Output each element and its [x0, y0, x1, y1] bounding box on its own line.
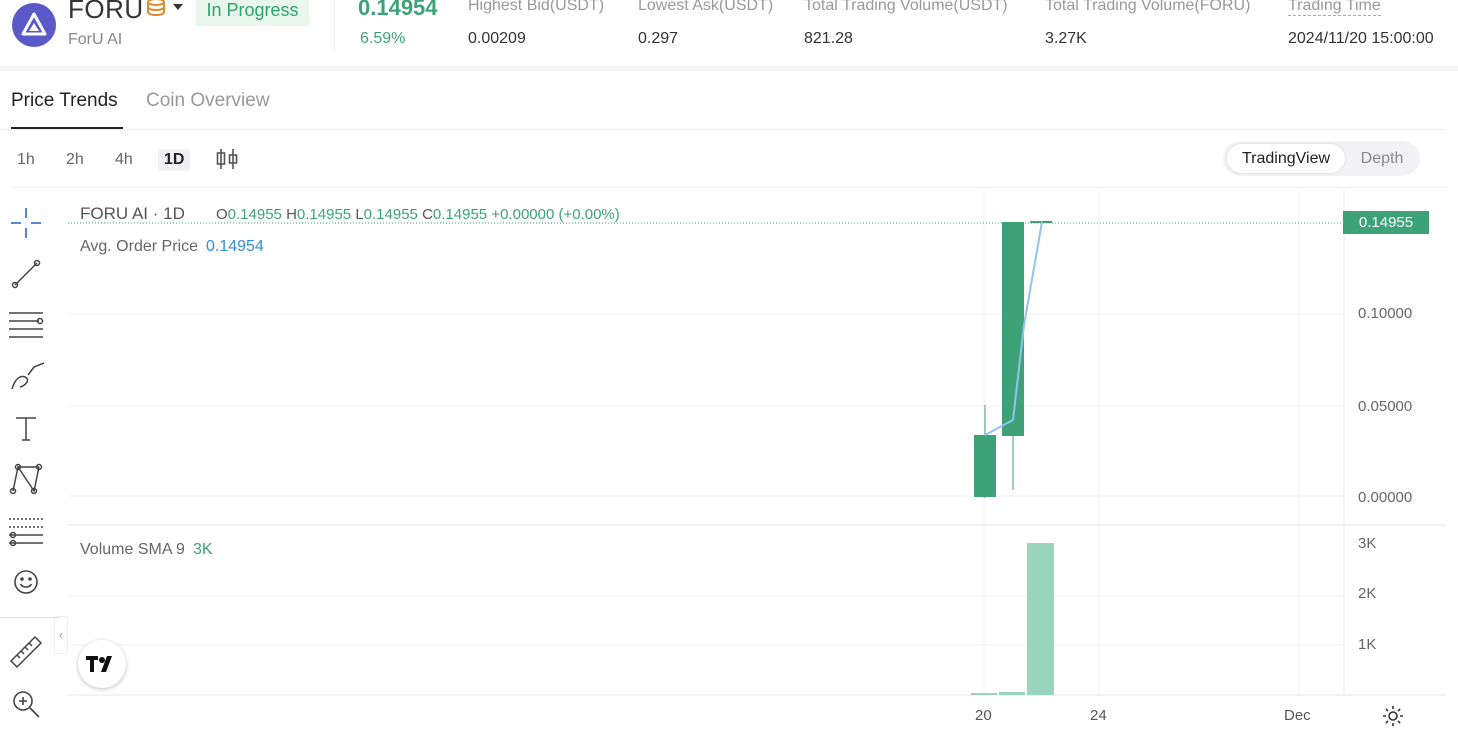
trend-line-icon[interactable] [8, 256, 44, 292]
chart-settings-icon[interactable] [1381, 704, 1405, 733]
tab-divider [0, 129, 1446, 130]
ruler-icon[interactable] [8, 634, 44, 670]
price-chart[interactable] [68, 190, 1446, 698]
price-axis-label: 0.10000 [1358, 305, 1413, 322]
tradingview-toggle[interactable]: TradingView [1227, 144, 1345, 173]
coin-ticker[interactable]: FORU [68, 0, 144, 25]
coin-logo [12, 3, 56, 47]
lowest-ask-label: Lowest Ask(USDT) [638, 0, 774, 14]
price-change: 6.59% [360, 30, 406, 47]
trading-time-label[interactable]: Trading Time [1288, 0, 1381, 16]
volume-bar [999, 692, 1025, 695]
tab-coin-overview[interactable]: Coin Overview [146, 90, 270, 112]
trading-time-value: 2024/11/20 15:00:00 [1288, 30, 1434, 47]
volume-axis-label: 1K [1358, 636, 1377, 653]
tradingview-logo[interactable] [78, 640, 126, 688]
coin-name: ForU AI [68, 31, 123, 48]
date-axis-label: 20 [975, 707, 992, 724]
chart-title: FORU AI · 1D [80, 204, 185, 223]
status-badge: In Progress [196, 0, 309, 26]
candlestick-type-icon[interactable] [215, 148, 239, 175]
candle [974, 405, 996, 498]
highest-bid-value: 0.00209 [468, 30, 526, 47]
volume-bar [1027, 543, 1054, 695]
zoom-in-icon[interactable] [8, 686, 44, 722]
interval-2h[interactable]: 2h [60, 149, 90, 171]
text-tool-icon[interactable] [8, 410, 44, 446]
volume-axis-label: 2K [1358, 585, 1377, 602]
horizontal-lines-icon[interactable] [8, 307, 44, 343]
interval-1d[interactable]: 1D [158, 149, 191, 171]
price-axis-label: 0.00000 [1358, 489, 1413, 506]
date-axis-label: 24 [1090, 707, 1107, 724]
date-axis-label: Dec [1284, 707, 1311, 724]
volume-legend: Volume SMA 9 3K [80, 541, 213, 558]
last-price: 0.14954 [358, 0, 438, 20]
depth-toggle[interactable]: Depth [1349, 144, 1415, 173]
crosshair-icon[interactable] [8, 205, 44, 241]
volume-foru-label: Total Trading Volume(FORU) [1045, 0, 1251, 14]
current-price-tag: 0.14955 [1343, 211, 1429, 234]
brush-icon[interactable] [8, 359, 45, 395]
interval-4h[interactable]: 4h [109, 149, 139, 171]
collapse-toolbar-button[interactable]: ‹ [54, 616, 68, 654]
measure-lines-icon[interactable] [8, 513, 44, 549]
ohlc-legend: O0.14955 H0.14955 L0.14955 C0.14955 +0.0… [216, 206, 620, 223]
ticker-dropdown-icon[interactable] [172, 0, 184, 16]
price-axis-label: 0.05000 [1358, 398, 1413, 415]
volume-bar [971, 693, 997, 695]
coin-stack-icon [146, 0, 166, 24]
tab-price-trends[interactable]: Price Trends [11, 90, 118, 112]
highest-bid-label: Highest Bid(USDT) [468, 0, 605, 14]
volume-usdt-label: Total Trading Volume(USDT) [804, 0, 1008, 14]
emoji-icon[interactable] [8, 564, 44, 600]
volume-usdt-value: 821.28 [804, 30, 853, 47]
pattern-tool-icon[interactable] [8, 461, 44, 497]
tools-divider [0, 617, 60, 618]
header-divider [334, 0, 335, 52]
lowest-ask-value: 0.297 [638, 30, 679, 47]
toolbar-divider [12, 187, 1446, 188]
interval-1h[interactable]: 1h [11, 149, 41, 171]
header-separator [0, 66, 1458, 71]
avg-order-price: Avg. Order Price 0.14954 [80, 238, 264, 255]
volume-foru-value: 3.27K [1045, 30, 1087, 47]
volume-axis-label: 3K [1358, 535, 1377, 552]
